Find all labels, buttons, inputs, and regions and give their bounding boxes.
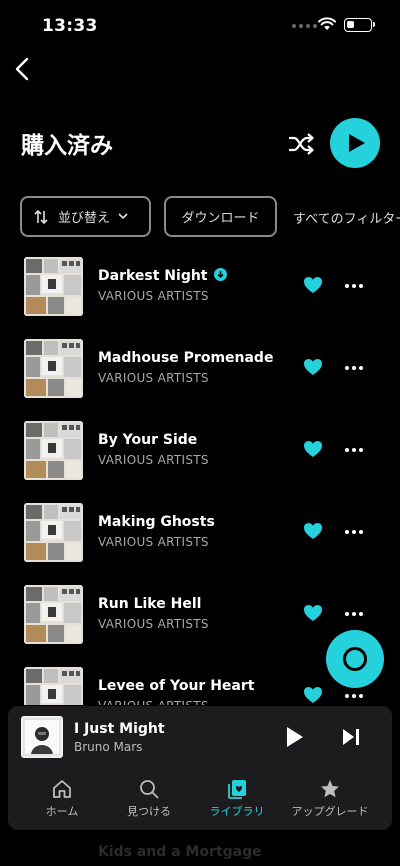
heart-icon[interactable] bbox=[303, 522, 323, 540]
tab-bar: ホーム 見つける ライブラリ アップグレード bbox=[8, 776, 392, 830]
track-row[interactable]: Making Ghosts VARIOUS ARTISTS bbox=[0, 496, 400, 578]
more-options-icon[interactable] bbox=[345, 366, 363, 370]
download-filter-button[interactable]: ダウンロード bbox=[164, 196, 277, 237]
downloaded-icon bbox=[213, 268, 227, 281]
heart-icon[interactable] bbox=[303, 686, 323, 704]
tab-home[interactable]: ホーム bbox=[14, 776, 110, 830]
alexa-button[interactable] bbox=[326, 630, 384, 688]
tab-label: ライブラリ bbox=[209, 805, 265, 818]
sort-button[interactable]: 並び替え bbox=[20, 196, 151, 237]
signal-dots-icon bbox=[292, 24, 317, 28]
track-artist: VARIOUS ARTISTS bbox=[98, 617, 209, 631]
track-artist: VARIOUS ARTISTS bbox=[98, 371, 209, 385]
album-artwork bbox=[24, 503, 83, 562]
list-item-partial: Kids and a Mortgage bbox=[0, 836, 400, 866]
filter-row: 並び替え ダウンロード すべてのフィルター bbox=[20, 196, 400, 238]
heart-icon[interactable] bbox=[303, 440, 323, 458]
chevron-left-icon bbox=[15, 57, 29, 81]
status-time: 13:33 bbox=[42, 16, 98, 36]
album-artwork bbox=[24, 339, 83, 398]
track-title: Madhouse Promenade bbox=[98, 350, 273, 366]
more-options-icon[interactable] bbox=[345, 612, 363, 616]
now-playing-title: I Just Might bbox=[74, 721, 165, 737]
track-title-text: Darkest Night bbox=[98, 268, 208, 284]
download-filter-label: ダウンロード bbox=[181, 211, 260, 226]
track-title-text: Making Ghosts bbox=[98, 514, 215, 530]
more-options-icon[interactable] bbox=[345, 530, 363, 534]
track-title: Darkest Night bbox=[98, 268, 227, 284]
track-row[interactable]: By Your Side VARIOUS ARTISTS bbox=[0, 414, 400, 496]
battery-icon bbox=[344, 18, 375, 32]
home-icon bbox=[53, 780, 71, 798]
album-artwork bbox=[24, 585, 83, 644]
track-title: Making Ghosts bbox=[98, 514, 215, 530]
album-artwork bbox=[24, 667, 83, 705]
heart-icon[interactable] bbox=[303, 276, 323, 294]
play-icon bbox=[349, 134, 365, 152]
status-bar: 13:33 bbox=[0, 0, 400, 50]
alexa-icon bbox=[343, 647, 367, 671]
track-artist: VARIOUS ARTISTS bbox=[98, 453, 209, 467]
page-title: 購入済み bbox=[21, 133, 113, 159]
skip-next-button[interactable] bbox=[342, 728, 360, 746]
track-title: Levee of Your Heart bbox=[98, 678, 254, 694]
search-icon bbox=[140, 780, 159, 799]
track-title: By Your Side bbox=[98, 432, 197, 448]
track-artist: VARIOUS ARTISTS bbox=[98, 289, 209, 303]
back-button[interactable] bbox=[10, 54, 34, 84]
star-icon bbox=[321, 780, 339, 798]
tab-upgrade[interactable]: アップグレード bbox=[282, 776, 378, 830]
track-title-text: Levee of Your Heart bbox=[98, 678, 255, 694]
library-icon bbox=[228, 780, 246, 799]
more-options-icon[interactable] bbox=[345, 694, 363, 698]
tab-library[interactable]: ライブラリ bbox=[189, 776, 285, 830]
wifi-icon bbox=[318, 17, 336, 30]
chevron-down-icon bbox=[118, 213, 128, 220]
bottom-sheet: I Just Might Bruno Mars ホーム 見つける ライブラリ ア… bbox=[8, 706, 392, 830]
track-title-text: Run Like Hell bbox=[98, 596, 202, 612]
album-artwork bbox=[24, 421, 83, 480]
tab-label: 見つける bbox=[127, 805, 171, 818]
tab-label: アップグレード bbox=[291, 805, 369, 818]
track-title: Run Like Hell bbox=[98, 596, 201, 612]
sort-icon bbox=[34, 209, 48, 224]
heart-icon[interactable] bbox=[303, 604, 323, 622]
heart-icon[interactable] bbox=[303, 358, 323, 376]
track-title: Kids and a Mortgage bbox=[98, 844, 262, 860]
track-title-text: Madhouse Promenade bbox=[98, 350, 274, 366]
shuffle-icon bbox=[289, 133, 314, 155]
tab-label: ホーム bbox=[45, 805, 79, 818]
track-artist: VARIOUS ARTISTS bbox=[98, 535, 209, 549]
now-playing-artist: Bruno Mars bbox=[74, 740, 143, 754]
mini-player[interactable]: I Just Might Bruno Mars bbox=[8, 706, 392, 768]
all-filters-button[interactable]: すべてのフィルター bbox=[293, 208, 400, 227]
tab-find[interactable]: 見つける bbox=[101, 776, 197, 830]
sort-label: 並び替え bbox=[58, 211, 111, 226]
track-title-text: By Your Side bbox=[98, 432, 198, 448]
now-playing-artwork bbox=[21, 716, 63, 758]
more-options-icon[interactable] bbox=[345, 284, 363, 288]
more-options-icon[interactable] bbox=[345, 448, 363, 452]
track-row[interactable]: Darkest Night VARIOUS ARTISTS bbox=[0, 250, 400, 332]
track-artist: VARIOUS ARTISTS bbox=[98, 699, 209, 705]
play-all-button[interactable] bbox=[330, 118, 380, 168]
album-artwork bbox=[24, 257, 83, 316]
play-button[interactable] bbox=[286, 726, 304, 748]
track-row[interactable]: Madhouse Promenade VARIOUS ARTISTS bbox=[0, 332, 400, 414]
shuffle-button[interactable] bbox=[286, 130, 316, 158]
